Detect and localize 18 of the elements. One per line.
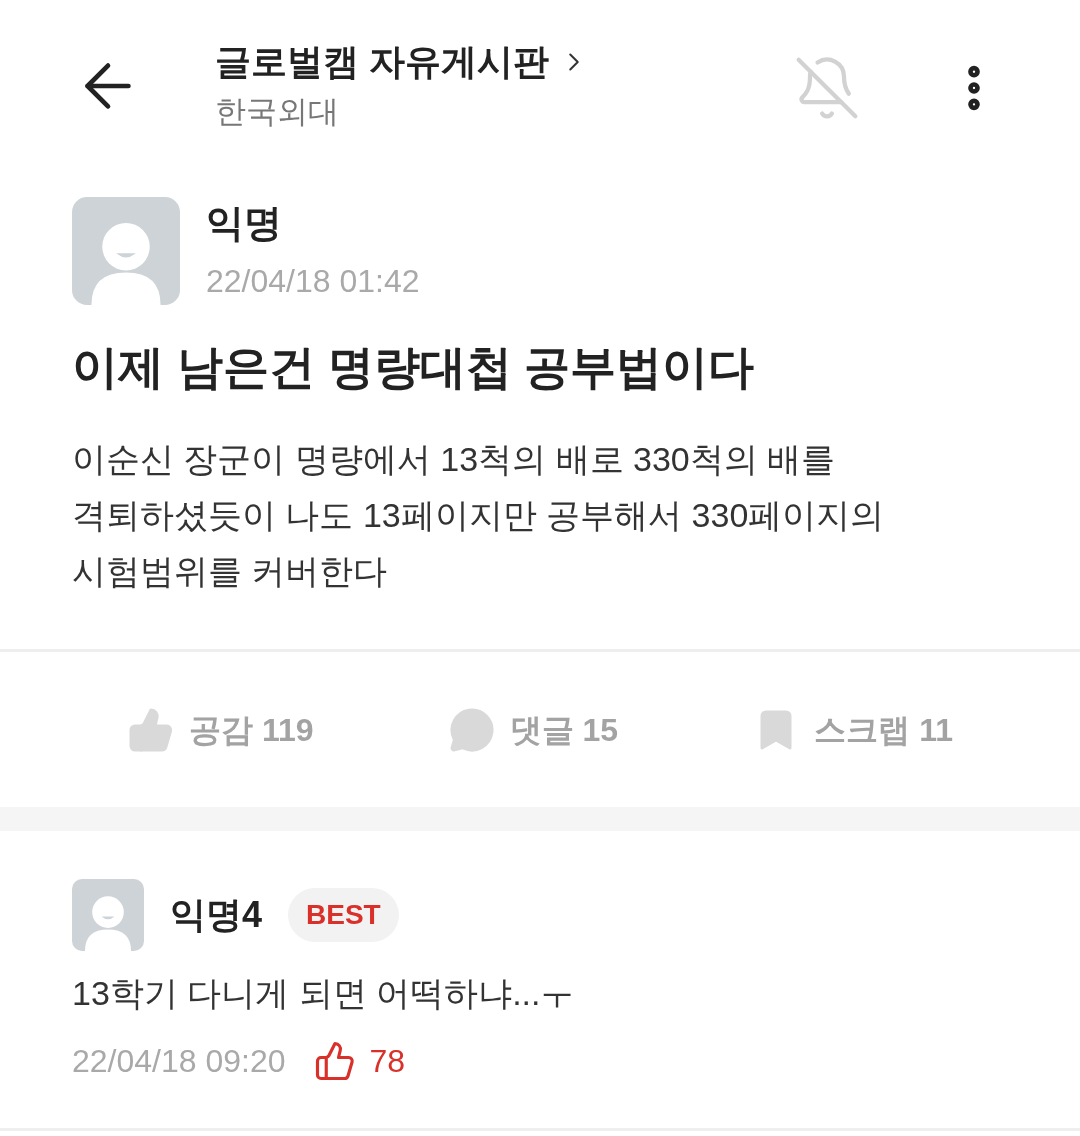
reaction-button[interactable]: 댓글 15	[439, 699, 627, 760]
author-name: 익명	[206, 201, 283, 246]
post-body: 이순신 장군이 명량에서 13척의 배로 330척의 배를 격퇴하셨듯이 나도 13페이지만 공부해서 330페이지의 시험범위를 커버한다	[72, 439, 886, 592]
best-badge: BEST	[288, 888, 399, 942]
speech-bubble-icon	[447, 705, 496, 754]
comment-date: 22/04/18 09:20	[72, 1042, 286, 1081]
board-title[interactable]: 글로벌캠 자유게시판	[215, 40, 549, 84]
post-date: 22/04/18 01:42	[206, 262, 420, 301]
thumbs-up-icon[interactable]	[313, 1040, 356, 1082]
school-name: 한국외대	[215, 93, 339, 131]
avatar-icon	[72, 879, 144, 951]
comment-text: 13학기 다니게 되면 어떡하냐...ㅜ	[72, 973, 576, 1014]
like-count: 78	[369, 1042, 406, 1081]
commenter-name: 익명4	[170, 893, 263, 937]
reaction-button[interactable]: 스크랩 11	[744, 699, 961, 760]
avatar-icon	[72, 197, 180, 305]
reaction-button[interactable]: 공감 119	[119, 699, 322, 760]
post-title: 이제 남은건 명량대첩 공부법이다	[72, 340, 756, 395]
